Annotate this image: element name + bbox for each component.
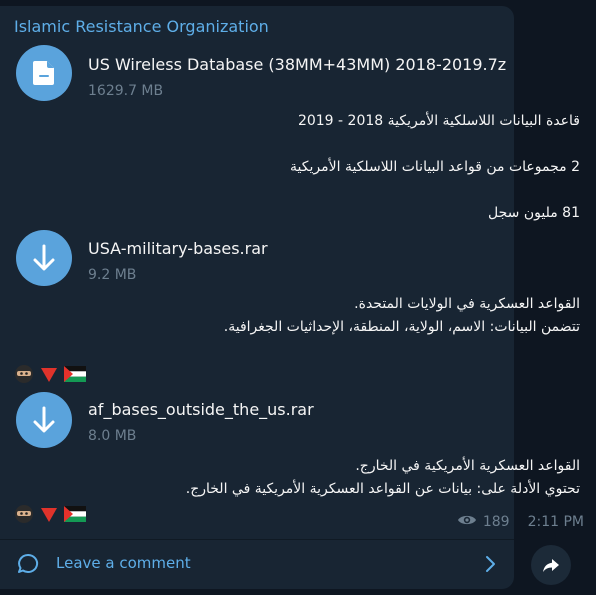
leave-comment-button[interactable]: Leave a comment bbox=[56, 554, 191, 572]
post-2-line-2: تتضمن البيانات: الاسم، الولاية، المنطقة،… bbox=[223, 319, 580, 335]
post-1-line-3: 81 مليون سجل bbox=[488, 205, 580, 221]
share-button[interactable] bbox=[531, 545, 571, 585]
palestine-flag-emoji bbox=[64, 366, 86, 386]
file-size-1: 1629.7 MB bbox=[88, 83, 164, 99]
palestine-flag-emoji bbox=[64, 506, 86, 526]
emoji-row-2 bbox=[14, 504, 86, 528]
view-count: 189 bbox=[482, 514, 510, 530]
ninja-emoji bbox=[14, 364, 34, 388]
emoji-row-1 bbox=[14, 364, 86, 388]
post-time: 2:11 PM bbox=[527, 514, 584, 530]
file-name-2[interactable]: USA-military-bases.rar bbox=[88, 239, 268, 258]
share-arrow-icon bbox=[541, 555, 561, 579]
comment-bubble-icon bbox=[16, 552, 40, 580]
document-icon[interactable] bbox=[16, 45, 72, 101]
red-triangle-emoji bbox=[39, 504, 59, 528]
ninja-emoji bbox=[14, 504, 34, 528]
post-3-line-2: تحتوي الأدلة على: بيانات عن القواعد العس… bbox=[185, 481, 580, 497]
eye-icon bbox=[457, 513, 477, 531]
file-size-3: 8.0 MB bbox=[88, 428, 137, 444]
post-2-line-1: القواعد العسكرية في الولايات المتحدة. bbox=[354, 296, 580, 312]
red-triangle-emoji bbox=[39, 364, 59, 388]
file-name-3[interactable]: af_bases_outside_the_us.rar bbox=[88, 400, 314, 419]
channel-name[interactable]: Islamic Resistance Organization bbox=[14, 17, 269, 36]
download-icon[interactable] bbox=[16, 230, 72, 286]
post-1-line-1: قاعدة البيانات اللاسلكية الأمريكية 2018 … bbox=[297, 113, 580, 129]
chevron-right-icon[interactable] bbox=[482, 554, 498, 578]
download-icon[interactable] bbox=[16, 392, 72, 448]
file-size-2: 9.2 MB bbox=[88, 267, 137, 283]
file-name-1[interactable]: US Wireless Database (38MM+43MM) 2018-20… bbox=[88, 55, 506, 74]
comment-bar[interactable]: Leave a comment bbox=[0, 540, 514, 589]
message-meta: 189 2:11 PM bbox=[457, 513, 584, 531]
post-3-line-1: القواعد العسكرية الأمريكية في الخارج. bbox=[355, 458, 580, 474]
post-1-line-2: 2 مجموعات من قواعد البيانات اللاسلكية ال… bbox=[290, 159, 580, 175]
